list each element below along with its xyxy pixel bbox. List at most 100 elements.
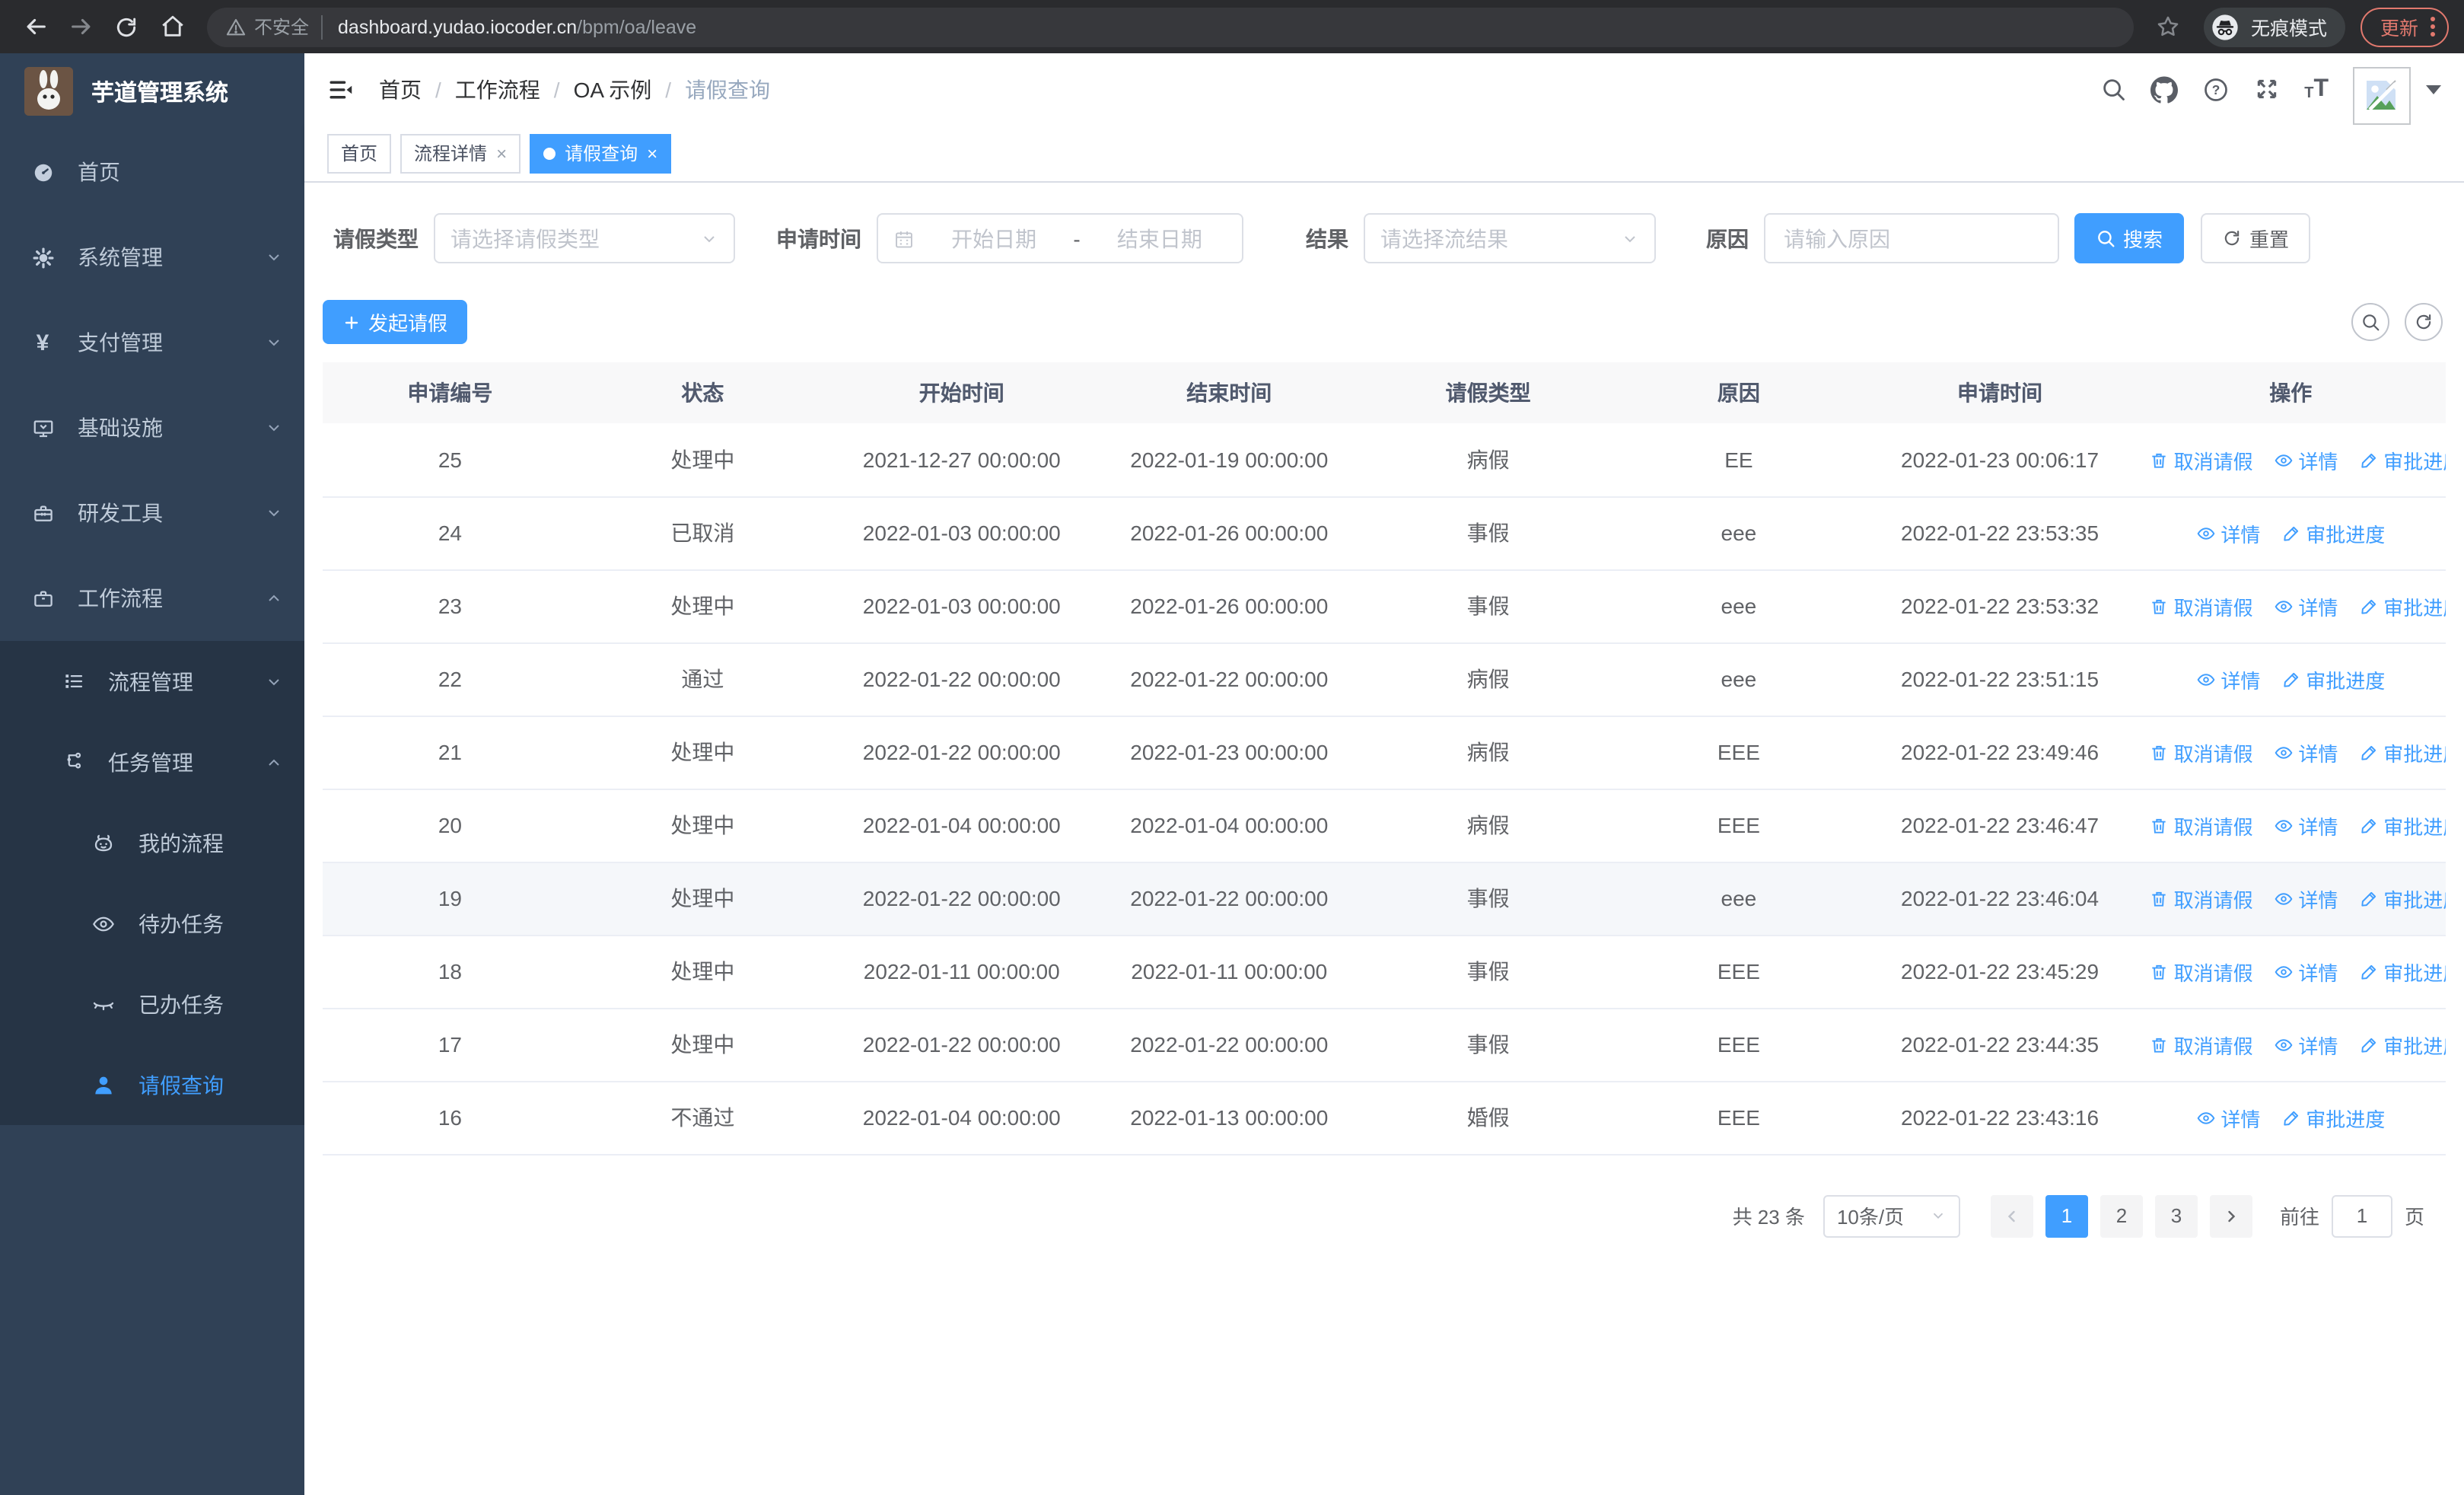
cancel-leave-link[interactable]: 取消请假 (2150, 445, 2253, 474)
url-host: dashboard.yudao.iocoder.cn (338, 16, 578, 37)
prev-page-button[interactable] (1990, 1194, 2033, 1237)
sidebar-item-process-mgmt[interactable]: 流程管理 (0, 641, 304, 722)
sidebar-item-todo-tasks[interactable]: 待办任务 (0, 883, 304, 964)
table-row: 18 处理中 2022-01-11 00:00:00 2022-01-11 00… (323, 935, 2446, 1009)
avatar-caret-icon[interactable] (2426, 84, 2441, 94)
search-toggle-icon[interactable] (2351, 303, 2389, 341)
cell-end-time: 2022-01-22 00:00:00 (1095, 862, 1364, 936)
tab-leave-query[interactable]: 请假查询 × (530, 133, 672, 173)
page-button-3[interactable]: 3 (2154, 1194, 2198, 1237)
cell-apply-time: 2022-01-22 23:46:04 (1864, 862, 2136, 936)
yen-icon: ¥ (36, 330, 49, 355)
approval-progress-link[interactable]: 审批进度 (2281, 518, 2385, 547)
font-size-icon[interactable]: TT (2304, 76, 2329, 101)
create-leave-button[interactable]: 发起请假 (323, 300, 468, 344)
address-bar[interactable]: 不安全 dashboard.yudao.iocoder.cn/bpm/oa/le… (207, 7, 2134, 46)
url-path: /bpm/oa/leave (577, 16, 697, 37)
fullscreen-icon[interactable] (2254, 76, 2280, 102)
next-page-button[interactable] (2209, 1194, 2252, 1237)
cell-status: 不通过 (577, 1081, 828, 1155)
cancel-leave-link[interactable]: 取消请假 (2150, 738, 2253, 767)
github-icon[interactable] (2150, 75, 2179, 103)
approval-progress-link[interactable]: 审批进度 (2359, 738, 2446, 767)
cancel-leave-link[interactable]: 取消请假 (2150, 957, 2253, 986)
sidebar-collapse-icon[interactable] (327, 75, 355, 103)
update-button[interactable]: 更新 (2360, 7, 2449, 46)
approval-progress-link[interactable]: 审批进度 (2281, 1103, 2385, 1132)
detail-link[interactable]: 详情 (2274, 811, 2338, 840)
app-title: 芋道管理系统 (91, 80, 229, 106)
detail-link[interactable]: 详情 (2274, 738, 2338, 767)
result-select[interactable]: 请选择流结果 (1364, 213, 1656, 263)
sidebar-item-devtools[interactable]: 研发工具 (0, 470, 304, 556)
sidebar-item-task-mgmt[interactable]: 任务管理 (0, 722, 304, 802)
detail-link[interactable]: 详情 (2274, 1030, 2338, 1059)
browser-reload-icon[interactable] (107, 7, 146, 46)
tab-home[interactable]: 首页 (327, 133, 392, 173)
detail-link[interactable]: 详情 (2196, 665, 2260, 693)
page-size-select[interactable]: 10条/页 (1823, 1194, 1960, 1237)
cell-end-time: 2022-01-26 00:00:00 (1095, 569, 1364, 643)
reset-button[interactable]: 重置 (2201, 213, 2311, 263)
cell-start-time: 2022-01-03 00:00:00 (828, 569, 1096, 643)
approval-progress-link[interactable]: 审批进度 (2281, 665, 2385, 693)
detail-link[interactable]: 详情 (2274, 957, 2338, 986)
bookmark-star-icon[interactable] (2149, 7, 2189, 46)
close-icon[interactable]: × (647, 142, 657, 164)
cell-start-time: 2022-01-22 00:00:00 (828, 642, 1096, 716)
approval-progress-link[interactable]: 审批进度 (2359, 884, 2446, 913)
cancel-leave-link[interactable]: 取消请假 (2150, 591, 2253, 620)
detail-link[interactable]: 详情 (2274, 591, 2338, 620)
browser-back-icon[interactable] (15, 7, 55, 46)
reason-input[interactable] (1765, 215, 2058, 262)
detail-link[interactable]: 详情 (2196, 1103, 2260, 1132)
sidebar-item-workflow[interactable]: 工作流程 (0, 556, 304, 641)
browser-home-icon[interactable] (152, 7, 192, 46)
approval-progress-link[interactable]: 审批进度 (2359, 957, 2446, 986)
sidebar-item-system[interactable]: 系统管理 (0, 215, 304, 300)
breadcrumb-oa-example[interactable]: OA 示例 (574, 74, 652, 104)
cell-apply-id: 22 (323, 642, 578, 716)
approval-progress-link[interactable]: 审批进度 (2359, 591, 2446, 620)
close-icon[interactable]: × (496, 142, 507, 164)
tab-process-detail[interactable]: 流程详情 × (400, 133, 521, 173)
approval-progress-link[interactable]: 审批进度 (2359, 445, 2446, 474)
page-button-2[interactable]: 2 (2099, 1194, 2143, 1237)
cell-end-time: 2022-01-22 00:00:00 (1095, 642, 1364, 716)
page-button-1[interactable]: 1 (2045, 1194, 2088, 1237)
approval-progress-link[interactable]: 审批进度 (2359, 1030, 2446, 1059)
browser-forward-icon[interactable] (61, 7, 100, 46)
cell-apply-time: 2022-01-22 23:53:35 (1864, 496, 2136, 570)
user-avatar[interactable] (2353, 66, 2411, 124)
search-icon[interactable] (2100, 76, 2126, 102)
help-icon[interactable]: ? (2202, 75, 2230, 103)
cancel-leave-link[interactable]: 取消请假 (2150, 1030, 2253, 1059)
not-secure-label: 不安全 (254, 17, 310, 38)
approval-progress-link[interactable]: 审批进度 (2359, 811, 2446, 840)
refresh-icon[interactable] (2405, 303, 2443, 341)
sidebar-item-payment[interactable]: ¥ 支付管理 (0, 300, 304, 385)
goto-page-input[interactable] (2331, 1194, 2392, 1237)
breadcrumb-home[interactable]: 首页 (379, 74, 422, 104)
cell-start-time: 2022-01-22 00:00:00 (828, 716, 1096, 789)
cancel-leave-link[interactable]: 取消请假 (2150, 884, 2253, 913)
cancel-leave-link[interactable]: 取消请假 (2150, 811, 2253, 840)
breadcrumb-workflow[interactable]: 工作流程 (455, 74, 540, 104)
sidebar-item-my-process[interactable]: 我的流程 (0, 802, 304, 883)
sidebar-item-leave-query[interactable]: 请假查询 (0, 1044, 304, 1125)
cell-actions: 详情 审批进度 (2135, 642, 2446, 716)
detail-link[interactable]: 详情 (2274, 445, 2338, 474)
browser-menu-icon[interactable] (2431, 17, 2435, 37)
col-start-time: 开始时间 (828, 362, 1096, 423)
sidebar-item-done-tasks[interactable]: 已办任务 (0, 964, 304, 1044)
total-count: 共 23 条 (1732, 1206, 1805, 1229)
apply-time-range-picker[interactable]: 开始日期 - 结束日期 (877, 213, 1243, 263)
dashboard-icon (30, 161, 55, 183)
leave-type-select[interactable]: 请选择请假类型 (434, 213, 735, 263)
detail-link[interactable]: 详情 (2196, 518, 2260, 547)
search-button[interactable]: 搜索 (2074, 213, 2185, 263)
sidebar-item-home[interactable]: 首页 (0, 129, 304, 215)
sidebar-item-infra[interactable]: 基础设施 (0, 385, 304, 470)
detail-link[interactable]: 详情 (2274, 884, 2338, 913)
main-area: 首页 / 工作流程 / OA 示例 / 请假查询 ? T T 首页 流程详情 ×… (304, 53, 2464, 1495)
